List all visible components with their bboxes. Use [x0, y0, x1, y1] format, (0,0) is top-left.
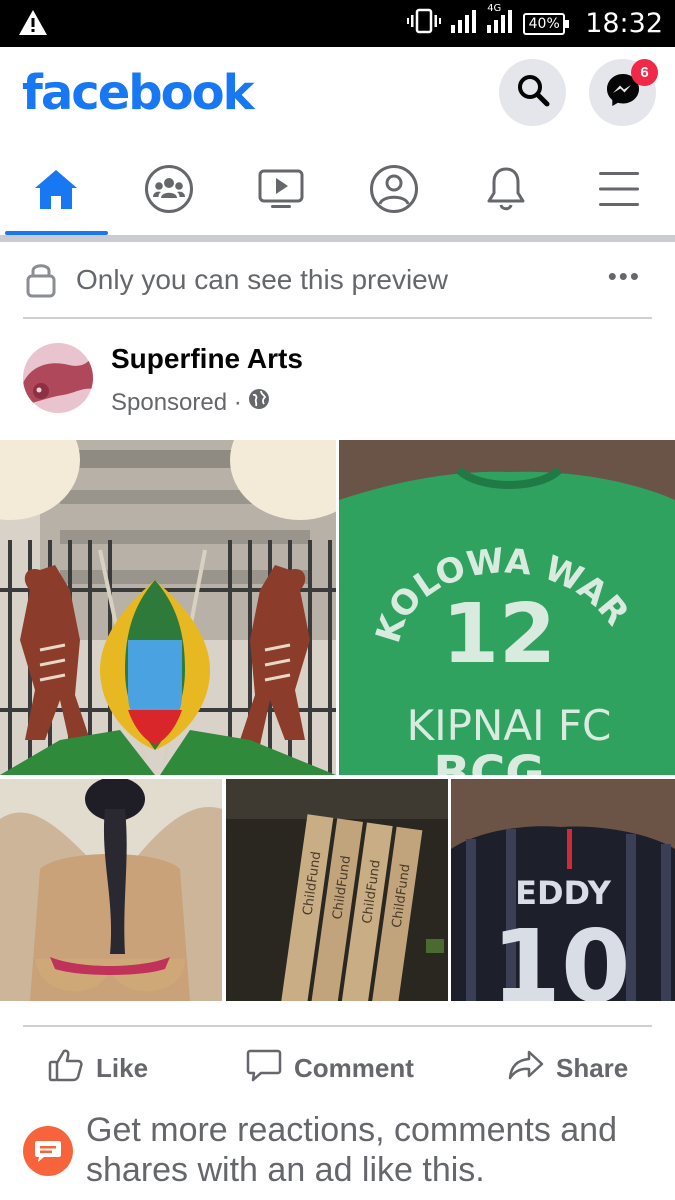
- photo-planks[interactable]: ChildFund ChildFund ChildFund ChildFund: [226, 779, 448, 1001]
- jersey-number-12: 12: [442, 587, 556, 682]
- comment-button[interactable]: Comment: [246, 1047, 414, 1090]
- promo-icon: [23, 1126, 73, 1176]
- avatar[interactable]: [23, 343, 93, 413]
- tab-groups[interactable]: [113, 147, 226, 235]
- post-actions: Like Comment Share: [0, 1030, 675, 1105]
- search-icon: [516, 73, 550, 112]
- clock: 18:32: [585, 8, 663, 39]
- app-header: facebook 6: [0, 47, 675, 147]
- signal-icon: [451, 9, 477, 38]
- preview-divider: [23, 317, 652, 319]
- vibrate-icon: [407, 8, 442, 39]
- promo-text: Get more reactions, comments and shares …: [86, 1111, 618, 1189]
- signal-4g-icon: 4G: [487, 3, 513, 38]
- share-icon: [508, 1047, 544, 1090]
- tab-profile[interactable]: [338, 147, 451, 235]
- share-label: Share: [556, 1053, 629, 1083]
- messenger-badge: 6: [631, 59, 658, 86]
- sponsored-label: Sponsored ·: [111, 388, 270, 417]
- search-button[interactable]: [499, 59, 566, 126]
- lock-icon: [26, 262, 56, 303]
- main-nav: [0, 147, 675, 235]
- tab-notifications[interactable]: [450, 147, 563, 235]
- like-button[interactable]: Like: [48, 1047, 148, 1090]
- globe-icon: [248, 388, 270, 417]
- like-label: Like: [96, 1053, 149, 1083]
- preview-text: Only you can see this preview: [76, 264, 448, 295]
- photo-black-jersey[interactable]: EDDY 10: [451, 779, 675, 1001]
- jersey-number-10: 10: [491, 908, 630, 1001]
- photo-painting[interactable]: [0, 779, 222, 1001]
- more-options-icon[interactable]: •••: [608, 263, 641, 289]
- jersey-name-text: EDDY: [515, 874, 612, 912]
- share-button[interactable]: Share: [508, 1047, 628, 1090]
- comment-label: Comment: [294, 1053, 414, 1083]
- notifications-bell-icon: [484, 165, 528, 218]
- comment-icon: [246, 1047, 282, 1090]
- tab-watch[interactable]: [225, 147, 338, 235]
- sponsored-text: Sponsored ·: [111, 388, 242, 416]
- actions-divider: [23, 1025, 652, 1027]
- network-type: 4G: [487, 3, 502, 14]
- facebook-logo[interactable]: facebook: [22, 65, 255, 121]
- battery-indicator: 40%: [523, 12, 570, 35]
- watch-icon: [257, 168, 305, 215]
- tab-menu[interactable]: [563, 147, 675, 235]
- tab-home[interactable]: [0, 147, 113, 235]
- page-name[interactable]: Superfine Arts: [111, 343, 303, 375]
- home-icon: [32, 167, 80, 216]
- photo-green-jersey[interactable]: KOLOWA WARD 12 KIPNAI FC BCG: [339, 440, 675, 775]
- groups-icon: [144, 164, 194, 219]
- jersey-bcg-text: BCG: [433, 746, 544, 775]
- status-bar: 4G 40% 18:32: [0, 0, 675, 47]
- preview-notice: Only you can see this preview •••: [0, 242, 675, 318]
- profile-icon: [369, 164, 419, 219]
- thumbs-up-icon: [48, 1047, 84, 1090]
- photo-coat-of-arms[interactable]: [0, 440, 336, 775]
- post-header: Superfine Arts Sponsored ·: [0, 320, 675, 438]
- messenger-button[interactable]: 6: [589, 59, 658, 126]
- jersey-club-text: KIPNAI FC: [407, 701, 612, 750]
- nav-separator: [0, 235, 675, 242]
- warning-icon: [18, 9, 48, 41]
- boost-promo[interactable]: Get more reactions, comments and shares …: [0, 1108, 675, 1200]
- menu-icon: [597, 169, 641, 214]
